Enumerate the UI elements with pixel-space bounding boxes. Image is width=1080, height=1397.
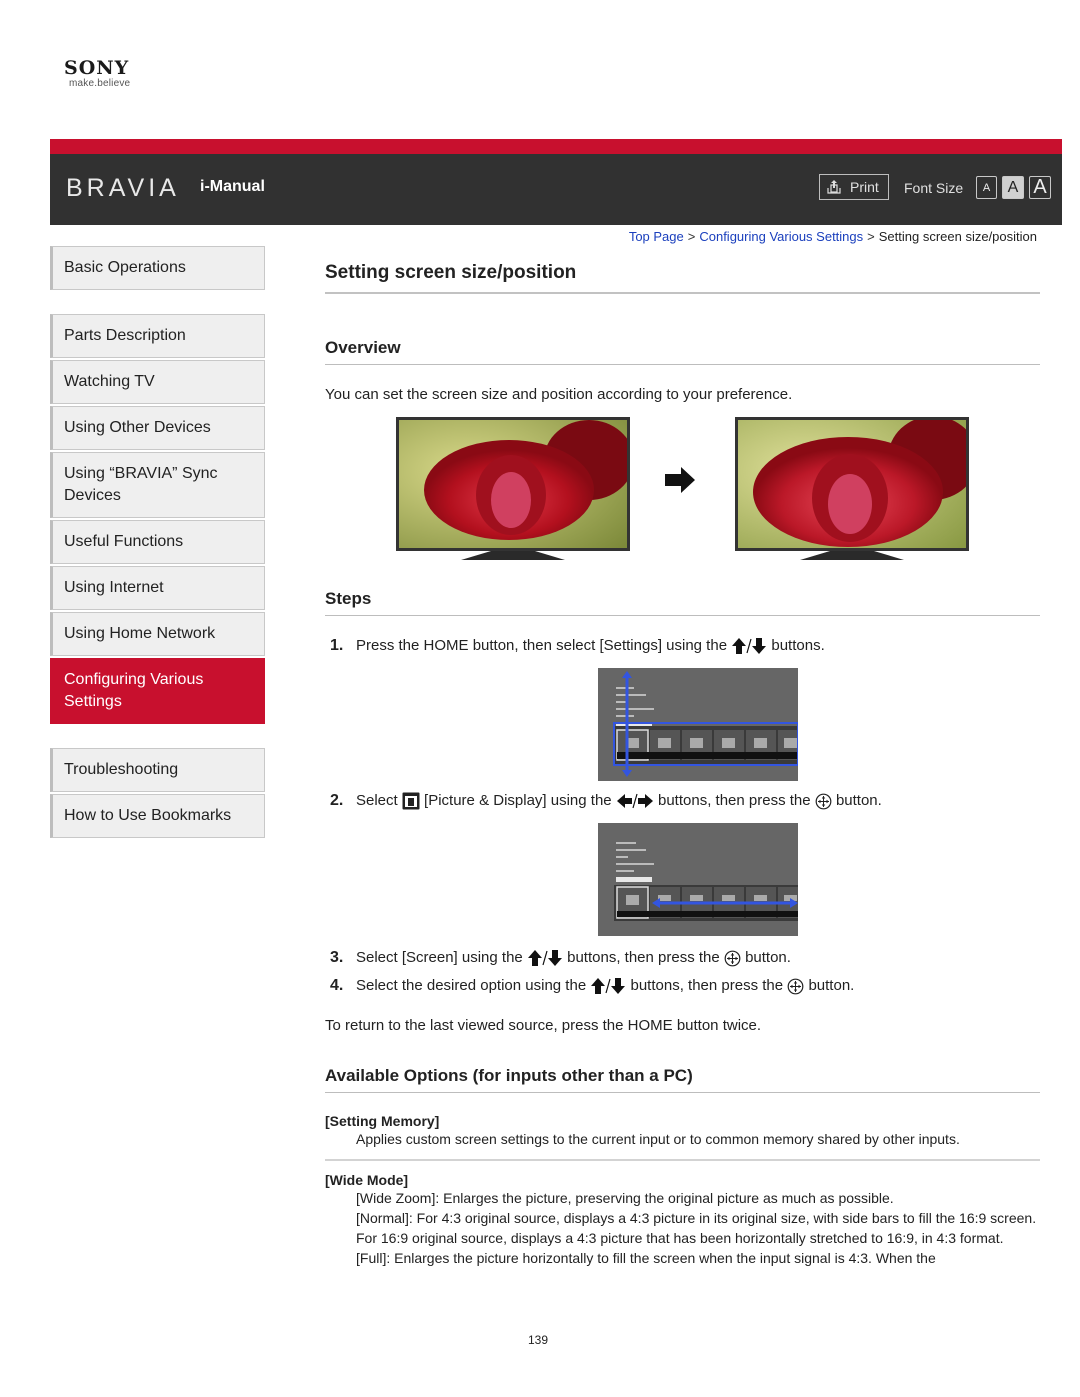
step-3: 3. Select [Screen] using the buttons, th…: [325, 948, 1040, 968]
left-right-arrow-icon: [616, 793, 653, 809]
breadcrumb-current: Setting screen size/position: [878, 229, 1037, 244]
settings-menu-screenshot-1: [598, 668, 799, 781]
step-text: Select: [356, 792, 398, 809]
sidebar-item-home-network[interactable]: Using Home Network: [50, 612, 265, 656]
settings-menu-screenshot-2: [598, 823, 798, 936]
page-number: 139: [528, 1333, 549, 1347]
step-text: button.: [808, 977, 855, 994]
sidebar-item-bravia-sync[interactable]: Using “BRAVIA” Sync Devices: [50, 452, 265, 518]
step-text: [Picture & Display] using the: [424, 792, 612, 809]
option-description: [Full]: Enlarges the picture horizontall…: [356, 1250, 936, 1266]
option-description: [Normal]: For 4:3 original source, displ…: [356, 1210, 1037, 1246]
picture-display-icon: [402, 792, 420, 810]
up-down-arrow-icon: [591, 978, 626, 995]
font-size-small-button[interactable]: A: [976, 176, 997, 199]
sidebar-item-bookmarks[interactable]: How to Use Bookmarks: [50, 794, 265, 838]
step-1: 1. Press the HOME button, then select [S…: [325, 636, 1040, 656]
arrow-right-icon: [665, 467, 695, 493]
sidebar-item-basic-operations[interactable]: Basic Operations: [50, 246, 265, 290]
print-icon: [827, 180, 841, 194]
breadcrumb-configuring-settings[interactable]: Configuring Various Settings: [699, 229, 863, 244]
steps-footer-text: To return to the last viewed source, pre…: [325, 1017, 762, 1034]
sony-logo: SONY make.believe: [64, 58, 130, 90]
font-size-medium-button[interactable]: A: [1002, 176, 1024, 199]
tv-after-image: [735, 416, 978, 563]
step-text: Press the HOME button, then select [Sett…: [356, 637, 728, 654]
option-description: [Wide Zoom]: Enlarges the picture, prese…: [356, 1190, 894, 1206]
step-number: 2.: [330, 792, 344, 809]
print-label: Print: [850, 179, 879, 195]
option-setting-memory: [Setting Memory] Applies custom screen s…: [325, 1113, 1040, 1149]
overview-text: You can set the screen size and position…: [325, 386, 793, 403]
sidebar-nav: Basic Operations Parts Description Watch…: [50, 246, 265, 840]
step-number: 1.: [330, 637, 344, 654]
sidebar-item-parts-description[interactable]: Parts Description: [50, 314, 265, 358]
enter-button-icon: [724, 950, 741, 966]
breadcrumb-top-page[interactable]: Top Page: [629, 229, 684, 244]
main-content: Setting screen size/position Overview Yo…: [325, 262, 1040, 1268]
sony-wordmark: SONY: [64, 57, 130, 79]
option-title: [Setting Memory]: [325, 1113, 440, 1129]
sidebar-item-using-internet[interactable]: Using Internet: [50, 566, 265, 610]
header-bar: BRAVIA i-Manual Print Font Size A A A: [50, 139, 1062, 225]
sidebar-item-using-other-devices[interactable]: Using Other Devices: [50, 406, 265, 450]
breadcrumb: Top Page > Configuring Various Settings > Se…: [629, 229, 1037, 244]
sidebar-item-useful-functions[interactable]: Useful Functions: [50, 520, 265, 564]
print-button[interactable]: Print: [819, 174, 889, 200]
steps-heading: Steps: [325, 589, 1040, 616]
option-description: Applies custom screen settings to the cu…: [356, 1131, 960, 1147]
font-size-large-button[interactable]: A: [1029, 176, 1051, 199]
enter-button-icon: [815, 793, 832, 809]
step-text: buttons.: [771, 637, 825, 654]
breadcrumb-separator: >: [867, 229, 875, 244]
step-4: 4. Select the desired option using the b…: [325, 976, 1040, 996]
sony-tagline: make.believe: [69, 78, 131, 89]
step-text: Select the desired option using the: [356, 977, 587, 994]
step-text: buttons, then press the: [630, 977, 784, 994]
i-manual-title: i-Manual: [200, 178, 265, 195]
step-number: 4.: [330, 977, 344, 994]
enter-button-icon: [787, 978, 804, 994]
option-wide-mode: [Wide Mode] [Wide Zoom]: Enlarges the pi…: [325, 1172, 1040, 1268]
step-number: 3.: [330, 949, 344, 966]
step-text: button.: [835, 792, 882, 809]
option-title: [Wide Mode]: [325, 1172, 409, 1188]
step-text: buttons, then press the: [567, 949, 720, 966]
up-down-arrow-icon: [732, 638, 767, 655]
page-title: Setting screen size/position: [325, 262, 1040, 294]
option-divider: [325, 1159, 1040, 1161]
step-text: buttons, then press the: [657, 792, 811, 809]
sidebar-item-watching-tv[interactable]: Watching TV: [50, 360, 265, 404]
overview-heading: Overview: [325, 338, 1040, 365]
overview-illustration: [325, 416, 1040, 567]
breadcrumb-separator: >: [687, 229, 696, 244]
step-2: 2. Select [Picture & Display] using the …: [325, 791, 1040, 811]
tv-before-image: [396, 417, 634, 563]
sidebar-item-configuring-settings[interactable]: Configuring Various Settings: [50, 658, 265, 724]
step-text: Select [Screen] using the: [356, 949, 523, 966]
font-size-label: Font Size: [904, 180, 964, 196]
available-options-heading: Available Options (for inputs other than…: [325, 1066, 1040, 1093]
step-text: button.: [745, 949, 791, 966]
bravia-logo: BRAVIA: [66, 174, 180, 202]
sidebar-item-troubleshooting[interactable]: Troubleshooting: [50, 748, 265, 792]
up-down-arrow-icon: [527, 950, 562, 967]
